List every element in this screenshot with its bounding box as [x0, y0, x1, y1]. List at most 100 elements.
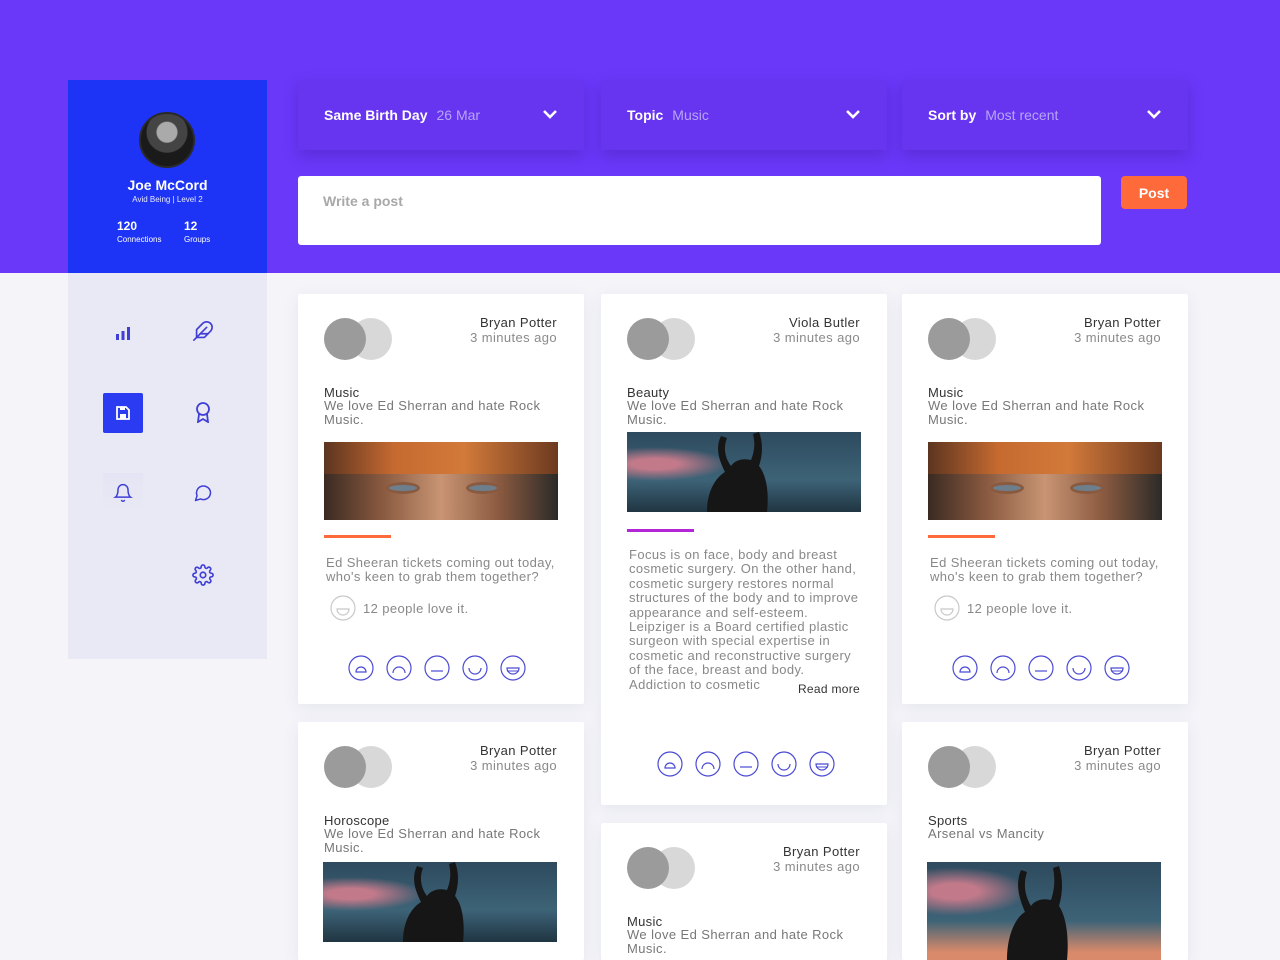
- filter-sort[interactable]: Sort by Most recent: [902, 80, 1188, 150]
- bell-icon[interactable]: [103, 473, 143, 513]
- stat-groups[interactable]: 12 Groups: [184, 219, 210, 244]
- post-text: Focus is on face, body and breast cosmet…: [629, 547, 859, 692]
- save-icon[interactable]: [103, 393, 143, 433]
- post-text: Ed Sheeran tickets coming out today, who…: [930, 555, 1159, 585]
- gear-icon[interactable]: [183, 555, 223, 595]
- award-icon[interactable]: [183, 392, 223, 432]
- filter-value: Most recent: [985, 107, 1059, 123]
- accent-bar: [324, 535, 391, 538]
- post-description: We love Ed Sherran and hate Rock Music.: [928, 398, 1145, 427]
- post-time: 3 minutes ago: [470, 758, 557, 773]
- stat-label: Groups: [184, 235, 211, 244]
- post-image[interactable]: [323, 862, 557, 942]
- laugh-face-icon[interactable]: [1104, 655, 1130, 681]
- post-author: Bryan Potter 3 minutes ago: [470, 743, 557, 773]
- happy-face-icon[interactable]: [952, 655, 978, 681]
- happy-face-icon[interactable]: [330, 595, 356, 621]
- love-count: 12 people love it.: [330, 595, 469, 621]
- avatar: [324, 318, 366, 360]
- sad-face-icon[interactable]: [386, 655, 412, 681]
- post-time: 3 minutes ago: [470, 330, 557, 345]
- post-image[interactable]: [627, 432, 861, 512]
- feather-icon[interactable]: [183, 311, 223, 351]
- post-card[interactable]: Viola Butler 3 minutes ago Beauty We lov…: [601, 294, 887, 805]
- post-image[interactable]: [927, 862, 1161, 960]
- post-author: Bryan Potter 3 minutes ago: [773, 844, 860, 874]
- laugh-face-icon[interactable]: [809, 751, 835, 777]
- post-time: 3 minutes ago: [1074, 330, 1161, 345]
- happy-face-icon[interactable]: [348, 655, 374, 681]
- neutral-face-icon[interactable]: [424, 655, 450, 681]
- chevron-down-icon: [543, 110, 557, 119]
- post-time: 3 minutes ago: [1074, 758, 1161, 773]
- happy-face-icon[interactable]: [934, 595, 960, 621]
- avatar-group[interactable]: [324, 318, 392, 360]
- post-description: Arsenal vs Mancity: [928, 826, 1045, 841]
- love-text: 12 people love it.: [967, 600, 1073, 616]
- laugh-face-icon[interactable]: [500, 655, 526, 681]
- avatar: [928, 746, 970, 788]
- reaction-bar: [952, 655, 1130, 681]
- avatar-group[interactable]: [928, 318, 996, 360]
- smile-face-icon[interactable]: [1066, 655, 1092, 681]
- author-name[interactable]: Bryan Potter: [1074, 743, 1161, 758]
- post-card[interactable]: Bryan Potter 3 minutes ago Sports Arsena…: [902, 722, 1188, 960]
- filter-label: Sort by: [928, 107, 977, 123]
- love-text: 12 people love it.: [363, 600, 469, 616]
- accent-bar: [928, 535, 995, 538]
- post-card[interactable]: Bryan Potter 3 minutes ago Music We love…: [298, 294, 584, 704]
- neutral-face-icon[interactable]: [733, 751, 759, 777]
- stat-value: 120: [117, 219, 138, 233]
- profile-subtitle: Avid Being | Level 2: [132, 195, 203, 204]
- smile-face-icon[interactable]: [771, 751, 797, 777]
- sad-face-icon[interactable]: [695, 751, 721, 777]
- reaction-bar: [657, 751, 835, 777]
- sad-face-icon[interactable]: [990, 655, 1016, 681]
- avatar-group[interactable]: [928, 746, 996, 788]
- avatar: [627, 318, 669, 360]
- post-description: We love Ed Sherran and hate Rock Music.: [324, 398, 541, 427]
- post-image[interactable]: [324, 442, 558, 520]
- author-name[interactable]: Bryan Potter: [470, 743, 557, 758]
- post-image[interactable]: [928, 442, 1162, 520]
- author-name[interactable]: Bryan Potter: [1074, 315, 1161, 330]
- post-text: Ed Sheeran tickets coming out today, who…: [326, 555, 555, 585]
- avatar-group[interactable]: [627, 847, 695, 889]
- post-card[interactable]: Bryan Potter 3 minutes ago Music We love…: [601, 823, 887, 960]
- read-more-link[interactable]: Read more: [798, 682, 860, 696]
- filter-birthday[interactable]: Same Birth Day 26 Mar: [298, 80, 584, 150]
- avatar[interactable]: [139, 112, 195, 168]
- filter-label: Topic: [627, 107, 664, 123]
- post-author: Bryan Potter 3 minutes ago: [470, 315, 557, 345]
- filter-topic[interactable]: Topic Music: [601, 80, 887, 150]
- avatar: [627, 847, 669, 889]
- profile-name[interactable]: Joe McCord: [68, 177, 267, 193]
- post-card[interactable]: Bryan Potter 3 minutes ago Horoscope We …: [298, 722, 584, 960]
- chevron-down-icon: [846, 110, 860, 119]
- post-time: 3 minutes ago: [773, 330, 860, 345]
- post-button[interactable]: Post: [1121, 176, 1187, 209]
- avatar-group[interactable]: [627, 318, 695, 360]
- post-card[interactable]: Bryan Potter 3 minutes ago Music We love…: [902, 294, 1188, 704]
- post-author: Bryan Potter 3 minutes ago: [1074, 315, 1161, 345]
- author-name[interactable]: Bryan Potter: [470, 315, 557, 330]
- bar-chart-icon[interactable]: [103, 313, 143, 353]
- sidebar: [68, 273, 267, 659]
- smile-face-icon[interactable]: [462, 655, 488, 681]
- chat-icon[interactable]: [183, 473, 223, 513]
- love-count: 12 people love it.: [934, 595, 1073, 621]
- avatar-group[interactable]: [324, 746, 392, 788]
- author-name[interactable]: Viola Butler: [773, 315, 860, 330]
- neutral-face-icon[interactable]: [1028, 655, 1054, 681]
- post-input[interactable]: Write a post: [298, 176, 1101, 245]
- post-time: 3 minutes ago: [773, 859, 860, 874]
- filter-label: Same Birth Day: [324, 107, 428, 123]
- post-description: We love Ed Sherran and hate Rock Music.: [627, 927, 844, 956]
- happy-face-icon[interactable]: [657, 751, 683, 777]
- stat-connections[interactable]: 120 Connections: [117, 219, 161, 244]
- filter-value: 26 Mar: [436, 107, 481, 123]
- stat-label: Connections: [117, 235, 162, 244]
- avatar: [324, 746, 366, 788]
- author-name[interactable]: Bryan Potter: [773, 844, 860, 859]
- stat-value: 12: [184, 219, 198, 233]
